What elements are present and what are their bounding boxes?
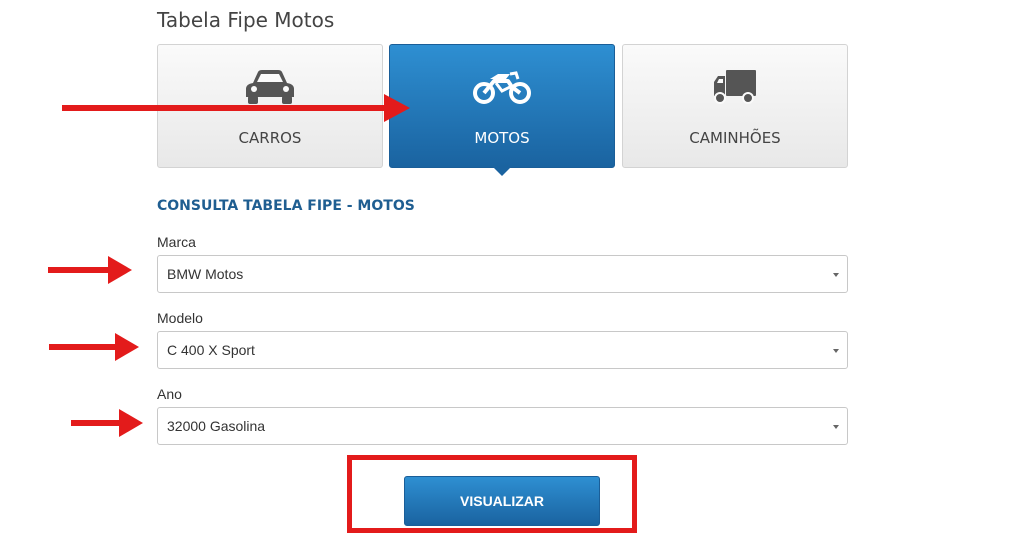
- marca-select[interactable]: BMW Motos: [157, 255, 848, 293]
- modelo-select[interactable]: C 400 X Sport: [157, 331, 848, 369]
- tab-label: CARROS: [238, 129, 302, 147]
- annotation-highlight-box: [347, 455, 637, 533]
- motorcycle-icon: [472, 67, 532, 107]
- annotation-arrow-icon: [71, 409, 143, 437]
- tab-motos[interactable]: MOTOS: [389, 44, 615, 176]
- annotation-arrow-icon: [49, 333, 139, 361]
- ano-value: 32000 Gasolina: [167, 418, 266, 434]
- ano-select[interactable]: 32000 Gasolina: [157, 407, 848, 445]
- chevron-down-icon: [833, 273, 839, 277]
- annotation-arrow-icon: [62, 94, 410, 122]
- marca-label: Marca: [157, 234, 196, 250]
- ano-label: Ano: [157, 386, 182, 402]
- tab-label: CAMINHÕES: [689, 129, 781, 147]
- annotation-arrow-icon: [48, 256, 132, 284]
- marca-value: BMW Motos: [167, 266, 244, 282]
- modelo-value: C 400 X Sport: [167, 342, 255, 358]
- form-title: CONSULTA TABELA FIPE - MOTOS: [157, 198, 415, 214]
- chevron-down-icon: [833, 349, 839, 353]
- page-title: Tabela Fipe Motos: [157, 8, 335, 32]
- tab-caminhoes[interactable]: CAMINHÕES: [622, 44, 848, 168]
- modelo-label: Modelo: [157, 310, 203, 326]
- tab-label: MOTOS: [474, 129, 530, 147]
- truck-icon: [712, 67, 758, 107]
- chevron-down-icon: [833, 425, 839, 429]
